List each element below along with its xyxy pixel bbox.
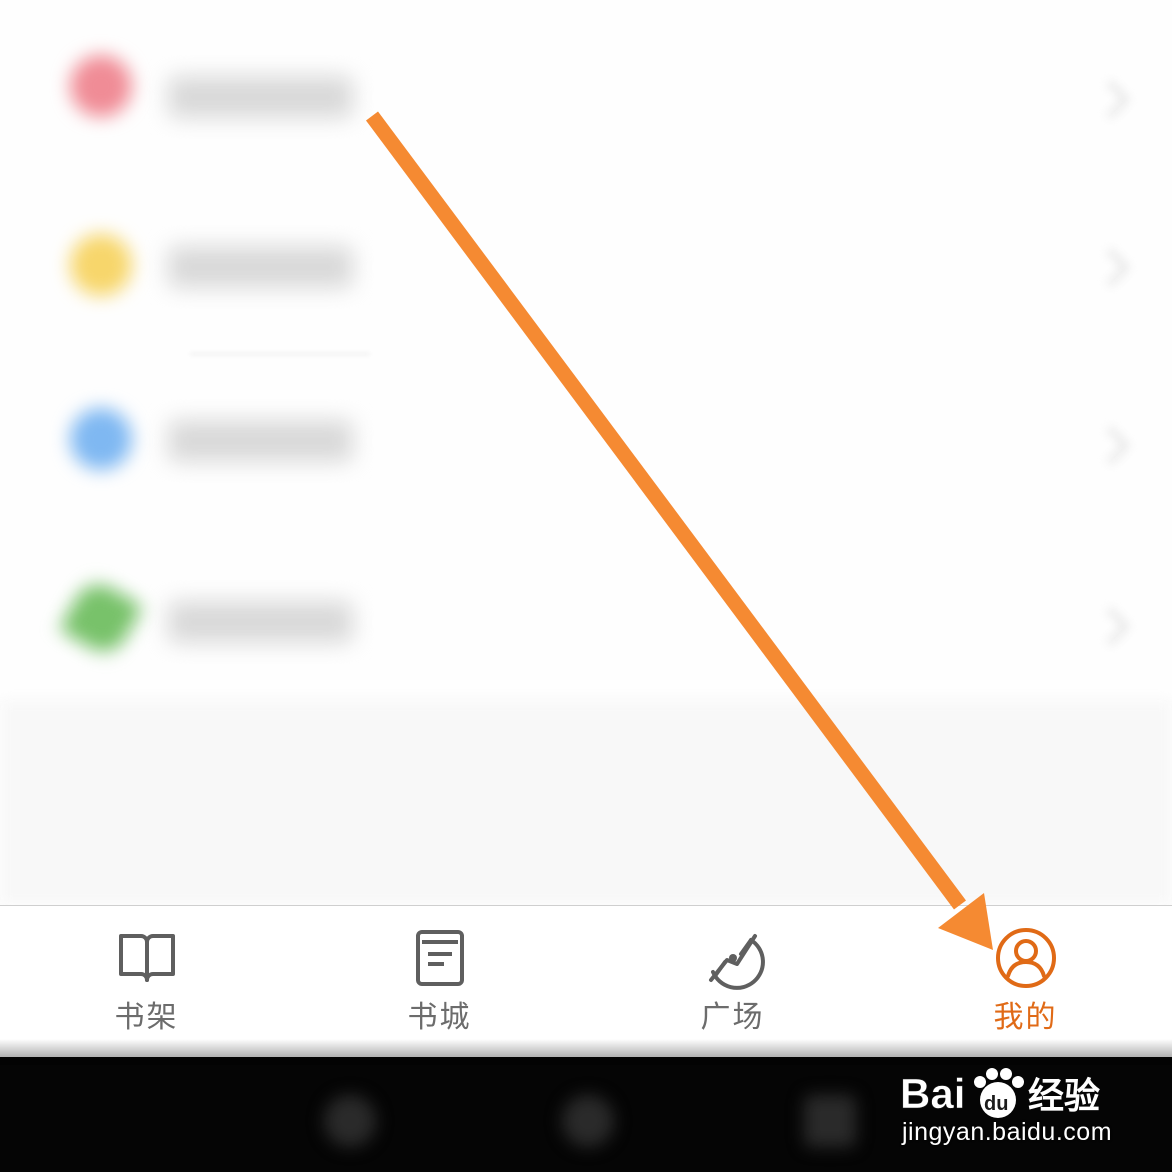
blue-circle-icon — [70, 408, 132, 470]
baidu-jingyan-logo: Bai du 经验 — [900, 1068, 1100, 1118]
chevron-right-icon — [1091, 248, 1130, 287]
tab-bookstore[interactable]: 书城 — [293, 906, 586, 1058]
chevron-right-icon — [1091, 426, 1130, 465]
open-book-icon — [118, 934, 175, 982]
tab-bookshelf[interactable]: 书架 — [0, 906, 293, 1058]
list-item[interactable] — [0, 204, 1172, 324]
list-item-label — [168, 601, 353, 643]
list-footer-band — [0, 700, 1172, 905]
list-item-label — [168, 246, 353, 288]
list-item[interactable] — [0, 20, 1172, 140]
user-circle-icon — [995, 928, 1056, 988]
list-divider — [190, 353, 370, 355]
list-item-label — [168, 76, 353, 118]
yellow-circle-icon — [70, 234, 132, 296]
chevron-right-icon — [1091, 80, 1130, 119]
chevron-right-icon — [1091, 607, 1130, 646]
nav-back-button[interactable] — [324, 1095, 376, 1147]
compass-icon — [708, 934, 765, 990]
svg-text:经验: 经验 — [1028, 1076, 1100, 1117]
tab-square[interactable]: 广场 — [586, 906, 879, 1058]
svg-text:Bai: Bai — [900, 1070, 965, 1117]
list-item[interactable] — [0, 565, 1172, 685]
green-phone-icon — [58, 575, 144, 661]
list-item[interactable] — [0, 380, 1172, 500]
tab-label: 书架 — [114, 1000, 179, 1035]
tab-label: 我的 — [993, 1000, 1058, 1035]
nav-home-button[interactable] — [562, 1095, 614, 1147]
red-circle-icon — [70, 55, 132, 117]
settings-list — [0, 0, 1172, 905]
tab-label: 广场 — [700, 1000, 765, 1035]
nav-recents-button[interactable] — [804, 1095, 856, 1147]
bottom-tab-bar: 书架 书城 广场 我的 — [0, 905, 1172, 1058]
tab-me[interactable]: 我的 — [879, 906, 1172, 1058]
watermark-url: jingyan.baidu.com — [902, 1118, 1113, 1146]
svg-text:du: du — [984, 1093, 1008, 1115]
tab-label: 书城 — [407, 1000, 472, 1035]
list-item-label — [168, 420, 353, 462]
document-icon — [415, 930, 464, 986]
